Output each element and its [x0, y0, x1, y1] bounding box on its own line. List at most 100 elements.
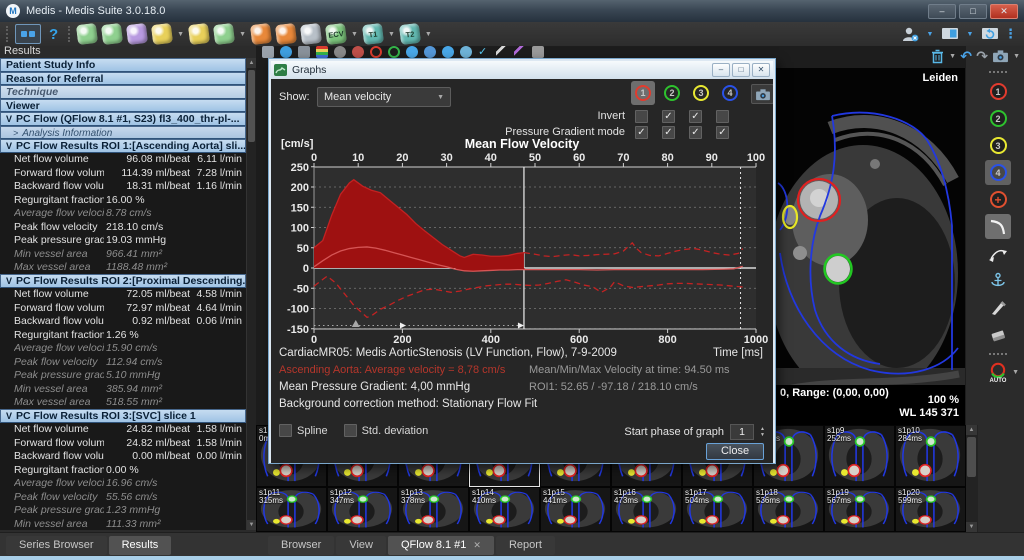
tab-browser[interactable]: Browser	[268, 536, 334, 555]
delete-contour-button[interactable]	[930, 47, 945, 65]
section-header[interactable]: VPC Flow Results ROI 1:[Ascending Aorta]…	[0, 139, 246, 153]
image-viewport[interactable]: Leiden 0, Range: (0,00, 0,00) 100 % WL 1…	[775, 68, 965, 425]
app-icon-T2[interactable]: T2	[399, 23, 421, 45]
chevron-down-icon[interactable]: ▼	[177, 31, 184, 38]
curve-tool-button[interactable]	[985, 214, 1011, 239]
toolbar-icon-9[interactable]	[406, 46, 418, 58]
dialog-titlebar[interactable]: Graphs –□✕	[271, 61, 773, 79]
section-header[interactable]: Patient Study Info	[0, 58, 246, 72]
toolbar-grip[interactable]	[68, 26, 70, 42]
toolstrip-handle[interactable]	[989, 71, 1007, 76]
tab-report[interactable]: Report	[496, 536, 555, 555]
invert-roi4-checkbox[interactable]	[716, 110, 729, 123]
section-header[interactable]: VPC Flow Results ROI 3:[SVC] slice 1	[0, 409, 246, 423]
window-maximize-button[interactable]: □	[959, 4, 987, 19]
undo-button[interactable]: ↶	[960, 47, 972, 65]
start-phase-spinner[interactable]: 1	[730, 424, 754, 440]
app-icon-1[interactable]	[76, 23, 98, 45]
knife-tool-button[interactable]	[985, 295, 1011, 320]
graph-roi-3-button[interactable]: 3	[689, 81, 713, 105]
toolbar-icon-6[interactable]	[352, 46, 364, 58]
dialog-minimize-button[interactable]: –	[712, 63, 730, 77]
redo-button[interactable]: ↷	[976, 47, 988, 65]
graph-roi-2-button[interactable]: 2	[660, 81, 684, 105]
scroll-down-icon[interactable]: ▼	[966, 522, 977, 532]
tab-qflow-8-1-1[interactable]: QFlow 8.1 #1✕	[388, 536, 494, 555]
thumbnail-s1p15[interactable]: s1p15441ms	[540, 487, 611, 532]
app-icon-T1[interactable]: T1	[362, 23, 384, 45]
tab-series-browser[interactable]: Series Browser	[6, 536, 107, 555]
close-tab-icon[interactable]: ✕	[473, 540, 481, 550]
results-scrollbar[interactable]: ▲ ▼	[246, 58, 256, 530]
app-icon-2[interactable]	[101, 23, 123, 45]
spinner-arrows[interactable]: ▲▼	[760, 427, 765, 438]
thumbnail-s1p9[interactable]: s1p9252ms	[824, 425, 895, 487]
window-close-button[interactable]: ✕	[990, 4, 1018, 19]
toolbar-grip[interactable]	[6, 26, 8, 42]
section-header[interactable]: >Analysis Information	[0, 126, 246, 140]
roi-2-button[interactable]: 2	[985, 106, 1011, 131]
help-button[interactable]: ?	[46, 26, 61, 43]
toolbar-icon-4[interactable]	[316, 46, 328, 58]
thumbnail-s1p17[interactable]: s1p17504ms	[682, 487, 753, 532]
transform-tool-button[interactable]	[985, 241, 1011, 266]
std-deviation-checkbox[interactable]	[344, 424, 357, 437]
layout-select-caret[interactable]: ▼	[924, 25, 936, 43]
roi-1-button[interactable]: 1	[985, 79, 1011, 104]
thumbnail-s1p18[interactable]: s1p18536ms	[753, 487, 824, 532]
tab-results[interactable]: Results	[109, 536, 172, 555]
toolbar-icon-8[interactable]	[388, 46, 400, 58]
add-roi-button[interactable]: +	[985, 187, 1011, 212]
scrollbar-thumb[interactable]	[248, 70, 255, 142]
reset-layout-button[interactable]	[981, 25, 999, 43]
thumbnail-scrollbar[interactable]: ▲ ▼	[966, 425, 978, 532]
chevron-down-icon[interactable]: ▼	[388, 31, 395, 38]
overflow-menu-button[interactable]: ⋮	[1004, 25, 1018, 43]
chevron-down-icon[interactable]: ▼	[351, 31, 358, 38]
toolbar-icon-12[interactable]	[460, 46, 472, 58]
app-icon-9[interactable]	[300, 23, 322, 45]
toolbar-icon-14[interactable]	[496, 46, 508, 58]
thumbnail-s1p14[interactable]: s1p14410ms	[469, 487, 540, 532]
toolbar-icon-11[interactable]	[442, 46, 454, 58]
section-header[interactable]: VPC Flow Results ROI 2:[Proximal Descend…	[0, 274, 246, 288]
window-minimize-button[interactable]: –	[928, 4, 956, 19]
scrollbar-thumb[interactable]	[967, 437, 976, 477]
thumbnail-s1p11[interactable]: s1p11315ms	[256, 487, 327, 532]
dialog-close-button[interactable]: ✕	[752, 63, 770, 77]
close-button[interactable]: Close	[706, 443, 764, 460]
toolbar-icon-2[interactable]	[280, 46, 292, 58]
dialog-maximize-button[interactable]: □	[732, 63, 750, 77]
auto-contour-button[interactable]: AUTO▼	[981, 361, 1015, 391]
panel-toggle-button[interactable]	[15, 24, 41, 44]
thumbnail-s1p10[interactable]: s1p10284ms	[895, 425, 966, 487]
app-icon-6[interactable]	[213, 23, 235, 45]
layout-caret[interactable]: ▼	[964, 25, 976, 43]
toolbar-icon-10[interactable]	[424, 46, 436, 58]
graph-snapshot-button[interactable]	[751, 84, 773, 104]
app-icon-ECV[interactable]: ECV	[325, 23, 347, 45]
chevron-down-icon[interactable]: ▼	[425, 31, 432, 38]
section-header[interactable]: Technique	[0, 85, 246, 99]
flow-velocity-chart[interactable]: 0102030405060708090100250200150100500-50…	[274, 153, 770, 345]
thumbnail-s1p16[interactable]: s1p16473ms	[611, 487, 682, 532]
toolbar-icon-13[interactable]: ✓	[478, 46, 490, 58]
graph-roi-1-button[interactable]: 1	[631, 81, 655, 105]
app-icon-4[interactable]	[151, 23, 173, 45]
scroll-up-icon[interactable]: ▲	[247, 58, 256, 68]
section-header[interactable]: VPC Flow (QFlow 8.1 #1, S23) fl3_400_thr…	[0, 112, 246, 126]
chevron-down-icon[interactable]: ▼	[1013, 53, 1020, 60]
scroll-down-icon[interactable]: ▼	[247, 520, 256, 530]
thumbnail-s1p20[interactable]: s1p20599ms	[895, 487, 966, 532]
invert-roi2-checkbox[interactable]: ✓	[662, 110, 675, 123]
anchor-tool-button[interactable]	[985, 268, 1011, 293]
app-icon-3[interactable]	[126, 23, 148, 45]
section-header[interactable]: Viewer	[0, 99, 246, 113]
screen-layout-button[interactable]	[941, 25, 959, 43]
chevron-down-icon[interactable]: ▼	[239, 31, 246, 38]
user-icon[interactable]	[901, 25, 919, 43]
invert-roi3-checkbox[interactable]: ✓	[689, 110, 702, 123]
show-dropdown[interactable]: Mean velocity ▼	[317, 87, 451, 107]
chevron-down-icon[interactable]: ▼	[949, 53, 956, 60]
roi-3-button[interactable]: 3	[985, 133, 1011, 158]
